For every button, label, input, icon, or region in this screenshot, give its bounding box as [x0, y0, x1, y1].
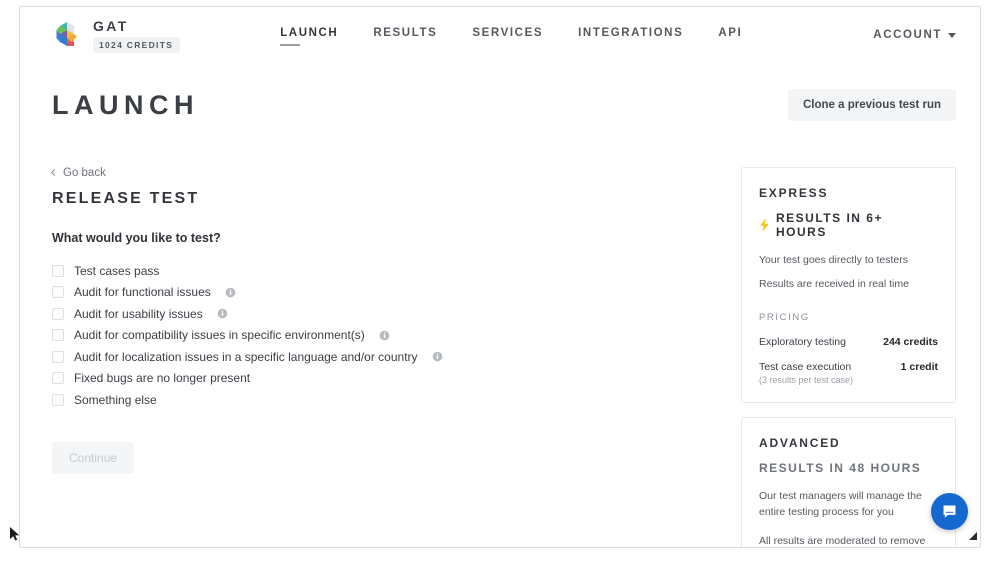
checkbox[interactable] — [52, 264, 64, 277]
express-subtitle: RESULTS IN 6+ HOURS — [776, 211, 883, 239]
price-value: 244 credits — [883, 336, 938, 349]
continue-button[interactable]: Continue — [52, 441, 135, 474]
option-label: Audit for compatibility issues in specif… — [74, 328, 365, 343]
account-label: ACCOUNT — [873, 29, 942, 41]
nav-item-services[interactable]: SERVICES — [472, 27, 543, 44]
express-title: EXPRESS — [759, 186, 829, 200]
option-test-cases-pass[interactable]: Test cases pass — [52, 260, 652, 282]
pricing-label: PRICING — [759, 312, 810, 324]
option-label: Something else — [74, 392, 157, 407]
express-subtitle-row: RESULTS IN 6+ HOURS — [759, 211, 938, 239]
page-body: Go back RELEASE TEST What would you like… — [20, 167, 980, 547]
advanced-line-2: All results are moderated to remove obvi… — [759, 534, 926, 547]
info-icon[interactable] — [217, 308, 228, 319]
info-icon[interactable] — [432, 351, 443, 362]
option-audit-functional-issues[interactable]: Audit for functional issues — [52, 282, 652, 304]
advanced-title: ADVANCED — [759, 436, 841, 451]
option-label: Test cases pass — [74, 263, 160, 278]
go-back-link[interactable]: Go back — [50, 167, 652, 179]
checkbox[interactable] — [52, 286, 64, 299]
option-audit-usability-issues[interactable]: Audit for usability issues — [52, 303, 652, 325]
credits-badge: 1024 CREDITS — [93, 36, 181, 53]
price-value: 1 credit — [900, 361, 938, 374]
express-plan-card: EXPRESS RESULTS IN 6+ HOURS Your test go… — [741, 167, 956, 404]
express-line-2: Results are received in real time — [759, 278, 909, 291]
price-note: (3 results per test case) — [759, 375, 854, 386]
checkbox[interactable] — [52, 393, 64, 406]
option-fixed-bugs-no-longer-present[interactable]: Fixed bugs are no longer present — [52, 368, 652, 390]
browser-window: GAT 1024 CREDITS LAUNCH RESULTS SERVICES… — [19, 6, 981, 548]
price-name: Exploratory testing — [759, 336, 846, 349]
express-line-1: Your test goes directly to testers — [759, 254, 909, 266]
option-something-else[interactable]: Something else — [52, 389, 652, 411]
lightning-bolt-icon — [760, 218, 769, 232]
site-header: GAT 1024 CREDITS LAUNCH RESULTS SERVICES… — [20, 7, 980, 63]
chat-bubble-icon — [943, 505, 956, 518]
info-icon[interactable] — [225, 287, 236, 298]
brand-text: GAT 1024 CREDITS — [93, 17, 181, 53]
nav-item-integrations[interactable]: INTEGRATIONS — [578, 27, 683, 44]
go-back-label: Go back — [63, 167, 106, 179]
info-icon[interactable] — [379, 330, 390, 341]
sidebar-column: EXPRESS RESULTS IN 6+ HOURS Your test go… — [741, 167, 956, 547]
nav-item-launch[interactable]: LAUNCH — [280, 27, 338, 46]
chat-launcher-button[interactable] — [931, 493, 968, 530]
question-label: What would you like to test? — [52, 231, 221, 245]
mouse-cursor — [10, 527, 20, 541]
main-column: Go back RELEASE TEST What would you like… — [50, 167, 672, 474]
account-menu[interactable]: ACCOUNT — [873, 29, 956, 41]
nav-item-results[interactable]: RESULTS — [373, 27, 437, 44]
main-nav: LAUNCH RESULTS SERVICES INTEGRATIONS API — [280, 27, 742, 46]
app-page: GAT 1024 CREDITS LAUNCH RESULTS SERVICES… — [20, 7, 980, 547]
brand-name: GAT — [93, 17, 129, 34]
chevron-left-icon — [50, 168, 59, 177]
chevron-down-icon — [948, 33, 956, 38]
checkbox[interactable] — [52, 307, 64, 320]
nav-item-api[interactable]: API — [718, 27, 742, 44]
option-label: Audit for localization issues in a speci… — [74, 349, 418, 364]
brand[interactable]: GAT 1024 CREDITS — [52, 17, 181, 53]
page-title: LAUNCH — [52, 89, 199, 120]
advanced-line-1: Our test managers will manage the entire… — [759, 490, 922, 518]
page-title-row: LAUNCH Clone a previous test run — [20, 63, 980, 121]
section-title: RELEASE TEST — [52, 190, 200, 207]
option-audit-compatibility-issues[interactable]: Audit for compatibility issues in specif… — [52, 325, 652, 347]
window-resize-handle[interactable] — [968, 531, 978, 541]
checkbox[interactable] — [52, 350, 64, 363]
option-label: Fixed bugs are no longer present — [74, 371, 251, 386]
price-row: Test case execution 1 credit — [759, 361, 938, 373]
checkbox[interactable] — [52, 372, 64, 385]
advanced-subtitle: RESULTS IN 48 HOURS — [759, 461, 922, 476]
test-type-options: Test cases pass Audit for functional iss… — [52, 260, 652, 411]
checkbox[interactable] — [52, 329, 64, 342]
option-audit-localization-issues[interactable]: Audit for localization issues in a speci… — [52, 346, 652, 368]
price-name: Test case execution — [759, 361, 852, 374]
option-label: Audit for usability issues — [74, 306, 203, 321]
clone-previous-test-run-button[interactable]: Clone a previous test run — [787, 89, 956, 121]
price-row: Exploratory testing 244 credits — [759, 336, 938, 348]
advanced-plan-card: ADVANCED RESULTS IN 48 HOURS Our test ma… — [741, 417, 956, 547]
hexagon-cluster-logo-icon — [56, 22, 77, 46]
option-label: Audit for functional issues — [74, 285, 211, 300]
